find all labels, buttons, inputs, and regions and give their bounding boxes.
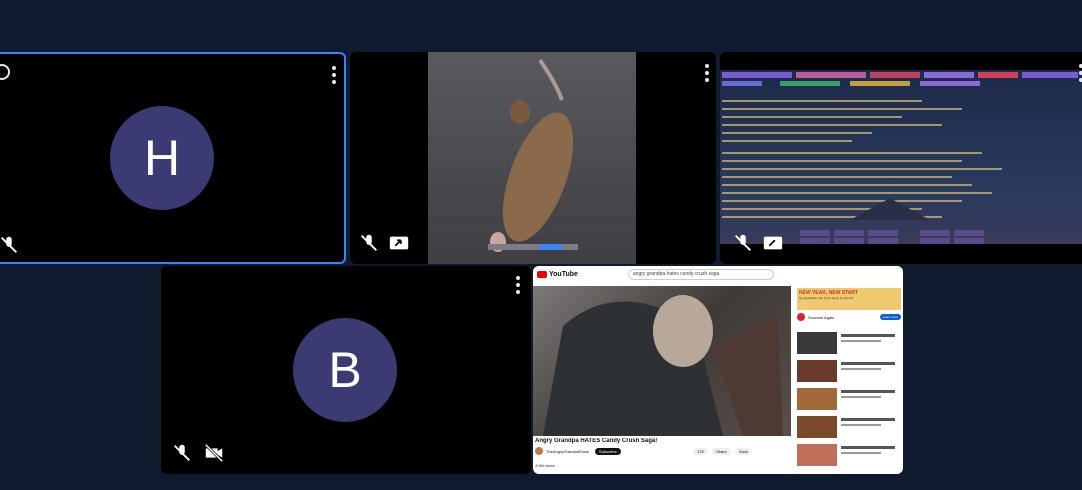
youtube-channel[interactable]: TheAngryGrandpaShow Subscribe [535, 447, 621, 455]
youtube-video-player[interactable] [533, 286, 791, 436]
participant-tile-terminal[interactable] [720, 52, 1082, 264]
subscribe-button[interactable]: Subscribe [594, 447, 621, 455]
youtube-actions: 17K Share Save [693, 448, 752, 455]
participant-tile-youtube[interactable]: YouTube angry grandpa hates candy crush … [533, 266, 903, 474]
mic-off-icon [735, 234, 751, 251]
camera-off-icon [204, 443, 224, 463]
list-item[interactable] [797, 360, 837, 382]
video-frame [543, 295, 783, 436]
youtube-views: 4.6M views [535, 463, 556, 468]
participant-tile-rat[interactable] [350, 52, 716, 264]
shared-terminal [720, 70, 1082, 244]
rat-model [488, 58, 578, 252]
mic-off-icon [174, 444, 190, 461]
avatar: B [293, 318, 397, 422]
terminal-content [722, 72, 1078, 244]
shared-video [428, 52, 636, 264]
ad-subtext: No application fee if you apply by Jan 1… [799, 296, 853, 300]
youtube-header: YouTube angry grandpa hates candy crush … [533, 266, 903, 282]
youtube-search-input[interactable]: angry grandpa hates candy crush saga [627, 268, 774, 280]
save-button[interactable]: Save [734, 448, 752, 455]
more-options-icon[interactable] [513, 276, 523, 294]
youtube-video-title: Angry Grandpa HATES Candy Crush Saga! [535, 438, 658, 444]
mic-off-icon [361, 234, 377, 251]
avatar-initial: H [143, 130, 181, 186]
avatar-initial: B [328, 342, 362, 398]
more-options-icon[interactable] [1076, 64, 1082, 82]
list-item[interactable] [797, 444, 837, 466]
participant-tile-h[interactable]: H [0, 52, 346, 264]
youtube-ad[interactable]: NEW YEAR, NEW START No application fee i… [797, 288, 901, 328]
ad-title: Success Again [808, 314, 835, 320]
youtube-recommendations [797, 332, 901, 472]
like-count[interactable]: 17K [693, 448, 709, 455]
more-options-icon[interactable] [329, 66, 339, 84]
list-item[interactable] [797, 332, 837, 354]
share-button[interactable]: Share [712, 448, 731, 455]
screen-share-icon [389, 236, 409, 250]
list-item[interactable] [797, 388, 837, 410]
participant-tile-b[interactable]: B [161, 266, 531, 474]
mic-off-icon [1, 236, 17, 253]
youtube-logo: YouTube [537, 270, 578, 278]
ad-learn-more-button[interactable]: Learn more [879, 314, 901, 320]
more-options-icon[interactable] [702, 64, 712, 82]
pin-icon[interactable] [0, 64, 10, 80]
avatar: H [110, 106, 214, 210]
list-item[interactable] [797, 416, 837, 438]
screen-share-icon [763, 236, 783, 250]
